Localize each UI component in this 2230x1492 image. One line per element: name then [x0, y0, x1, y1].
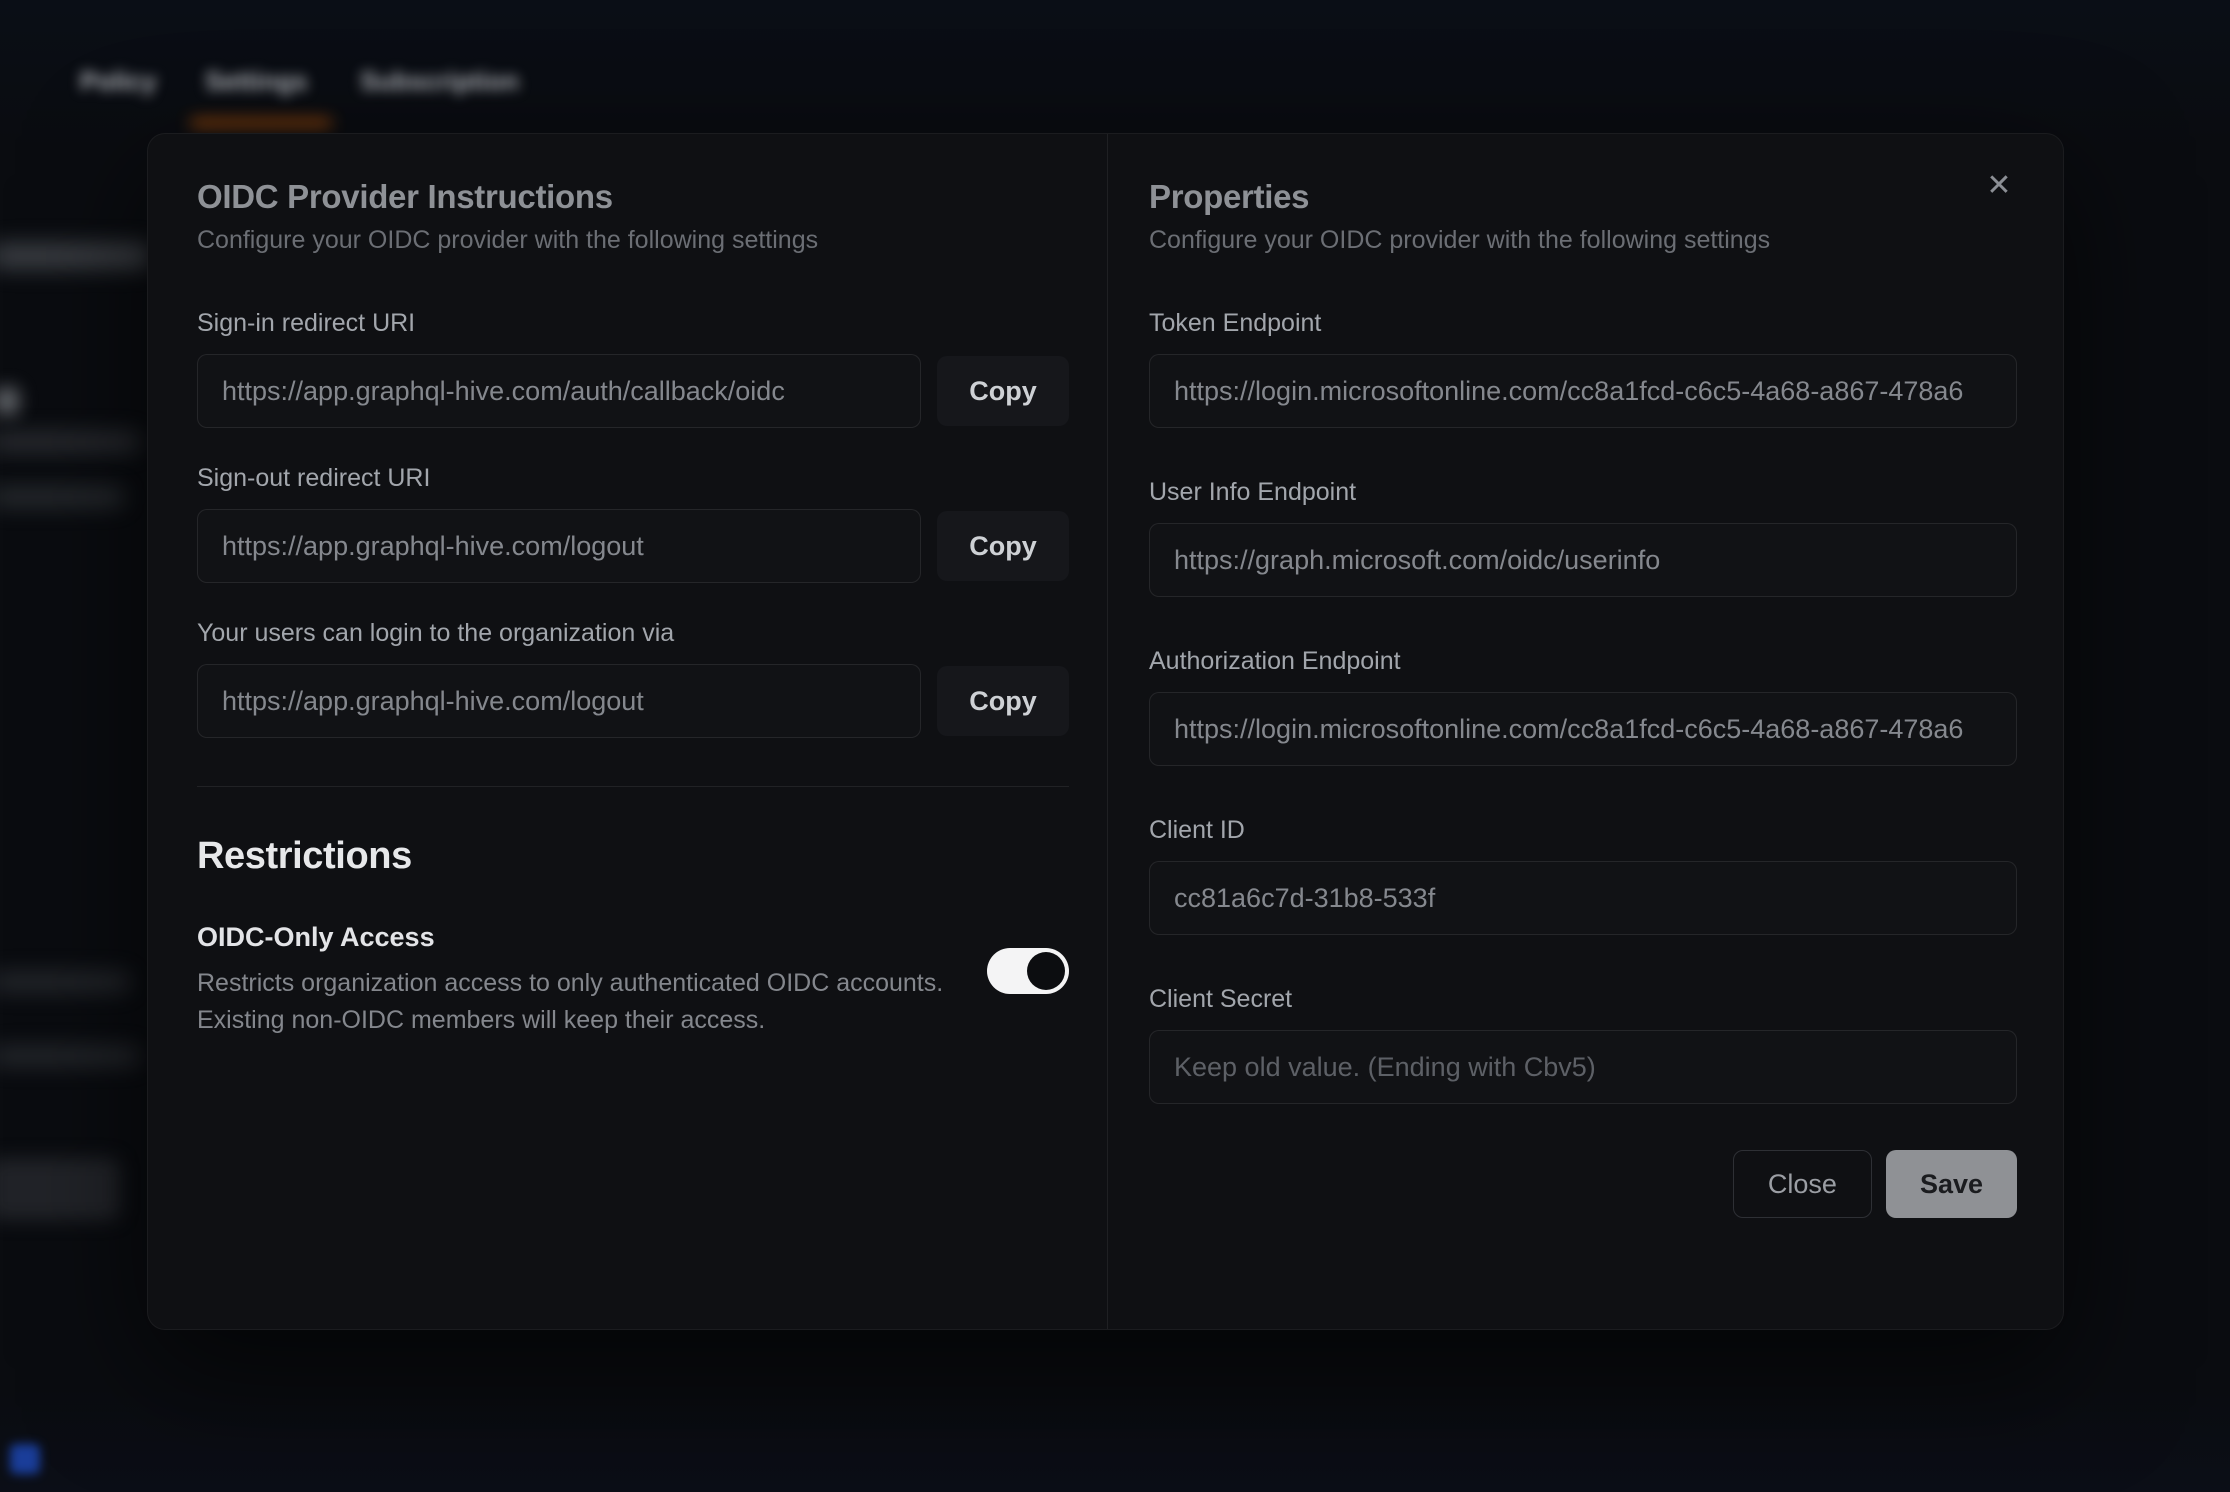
tab-policy[interactable]: Policy	[80, 66, 157, 97]
signin-redirect-input[interactable]	[197, 354, 921, 428]
client-secret-input[interactable]	[1149, 1030, 2017, 1104]
blurred-text-block	[0, 388, 18, 414]
close-button[interactable]: Close	[1733, 1150, 1872, 1218]
blurred-text-block	[0, 243, 150, 269]
oidc-only-access-text: OIDC-Only Access Restricts organization …	[197, 922, 943, 1039]
blurred-text-block	[0, 432, 140, 452]
token-endpoint-input[interactable]	[1149, 354, 2017, 428]
oidc-only-toggle[interactable]	[987, 948, 1069, 994]
tab-settings[interactable]: Settings	[205, 66, 308, 97]
restrictions-heading: Restrictions	[197, 835, 1069, 878]
properties-section: Properties Configure your OIDC provider …	[1149, 134, 2017, 1218]
copy-button[interactable]: Copy	[937, 356, 1069, 426]
save-button[interactable]: Save	[1886, 1150, 2017, 1218]
client-secret-label: Client Secret	[1149, 985, 2017, 1014]
blurred-button	[0, 1158, 120, 1220]
column-divider	[1107, 134, 1108, 1329]
client-id-label: Client ID	[1149, 816, 2017, 845]
authorization-endpoint-label: Authorization Endpoint	[1149, 647, 2017, 676]
signin-redirect-label: Sign-in redirect URI	[197, 309, 1069, 338]
section-divider	[197, 786, 1069, 787]
blurred-text-block	[0, 1046, 140, 1066]
blurred-text-block	[0, 972, 130, 992]
signout-redirect-input[interactable]	[197, 509, 921, 583]
oidc-instructions-section: OIDC Provider Instructions Configure you…	[197, 134, 1069, 1039]
oidc-only-access-label: OIDC-Only Access	[197, 922, 943, 953]
userinfo-endpoint-input[interactable]	[1149, 523, 2017, 597]
copy-button[interactable]: Copy	[937, 511, 1069, 581]
section-title: OIDC Provider Instructions	[197, 178, 1069, 216]
tab-subscription[interactable]: Subscription	[360, 66, 519, 97]
authorization-endpoint-input[interactable]	[1149, 692, 2017, 766]
userinfo-endpoint-label: User Info Endpoint	[1149, 478, 2017, 507]
blurred-blue-square	[10, 1444, 40, 1474]
token-endpoint-label: Token Endpoint	[1149, 309, 2017, 338]
signout-redirect-label: Sign-out redirect URI	[197, 464, 1069, 493]
oidc-only-access-description: Restricts organization access to only au…	[197, 965, 943, 1039]
login-via-input[interactable]	[197, 664, 921, 738]
section-subtitle: Configure your OIDC provider with the fo…	[1149, 226, 2017, 255]
section-subtitle: Configure your OIDC provider with the fo…	[197, 226, 1069, 255]
blurred-text-block	[0, 487, 124, 507]
active-tab-indicator	[190, 119, 332, 127]
oidc-settings-dialog: ✕ OIDC Provider Instructions Configure y…	[147, 133, 2064, 1330]
login-via-label: Your users can login to the organization…	[197, 619, 1069, 648]
client-id-input[interactable]	[1149, 861, 2017, 935]
section-title: Properties	[1149, 178, 2017, 216]
copy-button[interactable]: Copy	[937, 666, 1069, 736]
toggle-thumb	[1027, 952, 1065, 990]
